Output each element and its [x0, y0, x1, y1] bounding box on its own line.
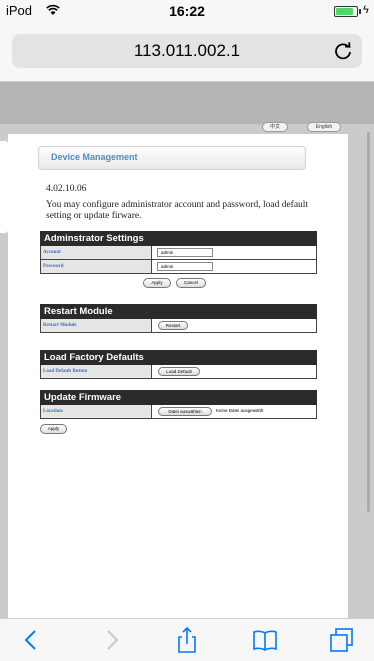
section-header: Device Management: [38, 146, 306, 170]
page-title: Device Management: [51, 152, 138, 162]
battery-tip: [359, 9, 361, 14]
page-scrollbar[interactable]: [367, 132, 370, 512]
bookmarks-icon[interactable]: [251, 626, 279, 654]
page-top-band: [0, 82, 374, 124]
update-firmware-heading: Update Firmware: [40, 390, 317, 405]
load-default-label: Load Default Button: [41, 365, 152, 378]
restart-button[interactable]: Restart: [158, 321, 188, 330]
account-label: Account: [41, 246, 152, 259]
share-icon[interactable]: [173, 626, 201, 654]
choose-file-button[interactable]: Datei auswählen: [158, 407, 212, 416]
firmware-apply-button[interactable]: Apply: [40, 424, 67, 434]
password-label: Password: [41, 260, 152, 273]
content-panel: Device Management 4.02.10.06 You may con…: [8, 134, 348, 618]
restart-row: Restart Module Restart: [40, 319, 317, 333]
tabs-icon[interactable]: [328, 626, 356, 654]
english-language-button[interactable]: English: [307, 122, 341, 132]
battery-icon: [334, 6, 358, 17]
restart-label: Restart Module: [41, 319, 152, 332]
admin-settings-heading: Adminstrator Settings: [40, 231, 317, 246]
factory-defaults-heading: Load Factory Defaults: [40, 350, 317, 365]
url-field[interactable]: 113.011.002.1: [12, 34, 362, 68]
firmware-version: 4.02.10.06: [46, 184, 87, 194]
account-input[interactable]: admin: [157, 248, 213, 257]
load-default-button[interactable]: Load Default: [158, 367, 200, 376]
admin-cancel-button[interactable]: Cancel: [176, 278, 206, 288]
safari-bottom-toolbar: [0, 618, 374, 661]
reload-icon[interactable]: [332, 40, 354, 62]
no-file-selected-text: Keine Datei ausgewählt: [216, 408, 264, 413]
location-label: Location:: [41, 405, 152, 418]
status-bar: iPod 16:22 ϟ: [0, 0, 374, 22]
account-row: Account admin: [40, 246, 317, 260]
charging-icon: ϟ: [363, 4, 369, 16]
admin-apply-button[interactable]: Apply: [143, 278, 171, 288]
password-row: Password admin: [40, 260, 317, 274]
password-input[interactable]: admin: [157, 262, 213, 271]
battery-fill: [336, 8, 353, 15]
page-description: You may configure administrator account …: [46, 200, 309, 221]
chinese-language-button[interactable]: 中文: [262, 122, 288, 132]
load-default-row: Load Default Button Load Default: [40, 365, 317, 379]
status-time: 16:22: [169, 3, 205, 19]
firmware-location-row: Location: Datei auswählen Keine Datei au…: [40, 405, 317, 419]
web-viewport: 中文 English Device Management 4.02.10.06 …: [0, 82, 374, 618]
url-text[interactable]: 113.011.002.1: [12, 41, 362, 61]
restart-module-heading: Restart Module: [40, 304, 317, 319]
back-icon[interactable]: [18, 626, 46, 654]
safari-address-bar: 113.011.002.1: [0, 22, 374, 82]
forward-icon[interactable]: [97, 626, 125, 654]
